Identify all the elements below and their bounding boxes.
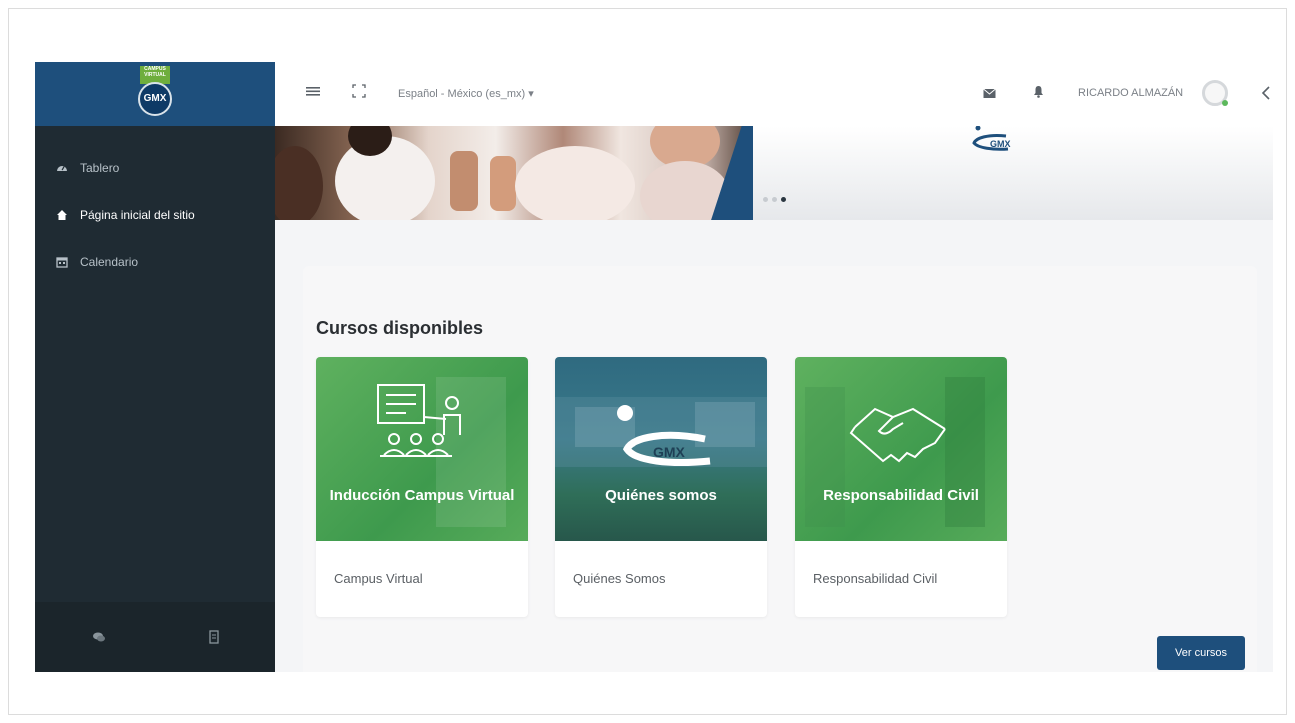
user-avatar[interactable] [1202,80,1228,106]
course-image[interactable]: Inducción Campus Virtual [316,357,528,541]
course-name[interactable]: Responsabilidad Civil [813,571,937,586]
banner-carousel[interactable]: GMX [275,126,1273,220]
course-image[interactable]: GMX Quiénes somos [555,357,767,541]
section-title: Cursos disponibles [316,318,484,338]
banner-logo-text: GMX [990,139,1011,149]
bell-icon[interactable] [1033,85,1044,103]
course-image-title: Quiénes somos [605,487,717,504]
home-icon [56,209,68,221]
online-status-dot [1222,100,1228,106]
logo-circle: GMX [138,82,172,116]
course-card-quienes-somos[interactable]: GMX Quiénes somos Quiénes Somos [555,357,767,617]
tachometer-icon [56,162,68,174]
sidebar-item-label: Tablero [80,160,120,175]
sidebar: CAMPUS VIRTUAL GMX Tablero Página inicia… [35,62,275,672]
presentation-icon [377,377,506,527]
ver-cursos-button[interactable]: Ver cursos [1157,636,1245,670]
course-card-campus-virtual[interactable]: Inducción Campus Virtual Campus Virtual [316,357,528,617]
banner-photo [275,126,755,220]
sidebar-item-calendario[interactable]: Calendario [35,238,275,285]
handshake-icon [805,377,985,527]
app: CAMPUS VIRTUAL GMX Tablero Página inicia… [35,62,1273,672]
sidebar-item-label: Calendario [80,254,139,269]
document-icon[interactable] [207,630,221,644]
fullscreen-icon[interactable] [352,84,366,103]
course-name[interactable]: Quiénes Somos [573,571,666,586]
course-image-title: Responsabilidad Civil [823,487,979,504]
banner-gmx-logo: GMX [968,126,1028,154]
sidebar-footer [35,602,275,672]
top-navbar: Español - México (es_mx) ▾ RICARDO ALMAZ… [275,62,1273,127]
hamburger-icon[interactable] [305,84,321,103]
carousel-dot[interactable] [772,197,777,202]
sidebar-item-tablero[interactable]: Tablero [35,144,275,191]
campus-virtual-logo[interactable]: CAMPUS VIRTUAL GMX [138,66,172,122]
carousel-dot-active[interactable] [781,197,786,202]
user-menu-name[interactable]: RICARDO ALMAZÁN [1078,87,1183,99]
chevron-left-icon[interactable] [1261,86,1271,105]
language-selector[interactable]: Español - México (es_mx) ▾ [398,87,534,100]
course-image[interactable]: Responsabilidad Civil [795,357,1007,541]
sidebar-item-pagina-inicial[interactable]: Página inicial del sitio [35,191,275,238]
course-card-responsabilidad-civil[interactable]: Responsabilidad Civil Responsabilidad Ci… [795,357,1007,617]
sidebar-nav: Tablero Página inicial del sitio Calenda… [35,144,275,285]
card-logo-text: GMX [653,444,686,460]
brand-bar: CAMPUS VIRTUAL GMX [35,62,275,126]
carousel-dot[interactable] [763,197,768,202]
chat-icon[interactable] [92,630,106,644]
mail-icon[interactable] [983,86,996,104]
course-image-title: Inducción Campus Virtual [329,487,515,504]
course-name[interactable]: Campus Virtual [334,571,423,586]
carousel-indicators[interactable] [763,189,790,207]
calendar-icon [56,256,68,268]
sidebar-item-label: Página inicial del sitio [80,207,195,222]
gmx-logo-icon: GMX [555,397,767,467]
